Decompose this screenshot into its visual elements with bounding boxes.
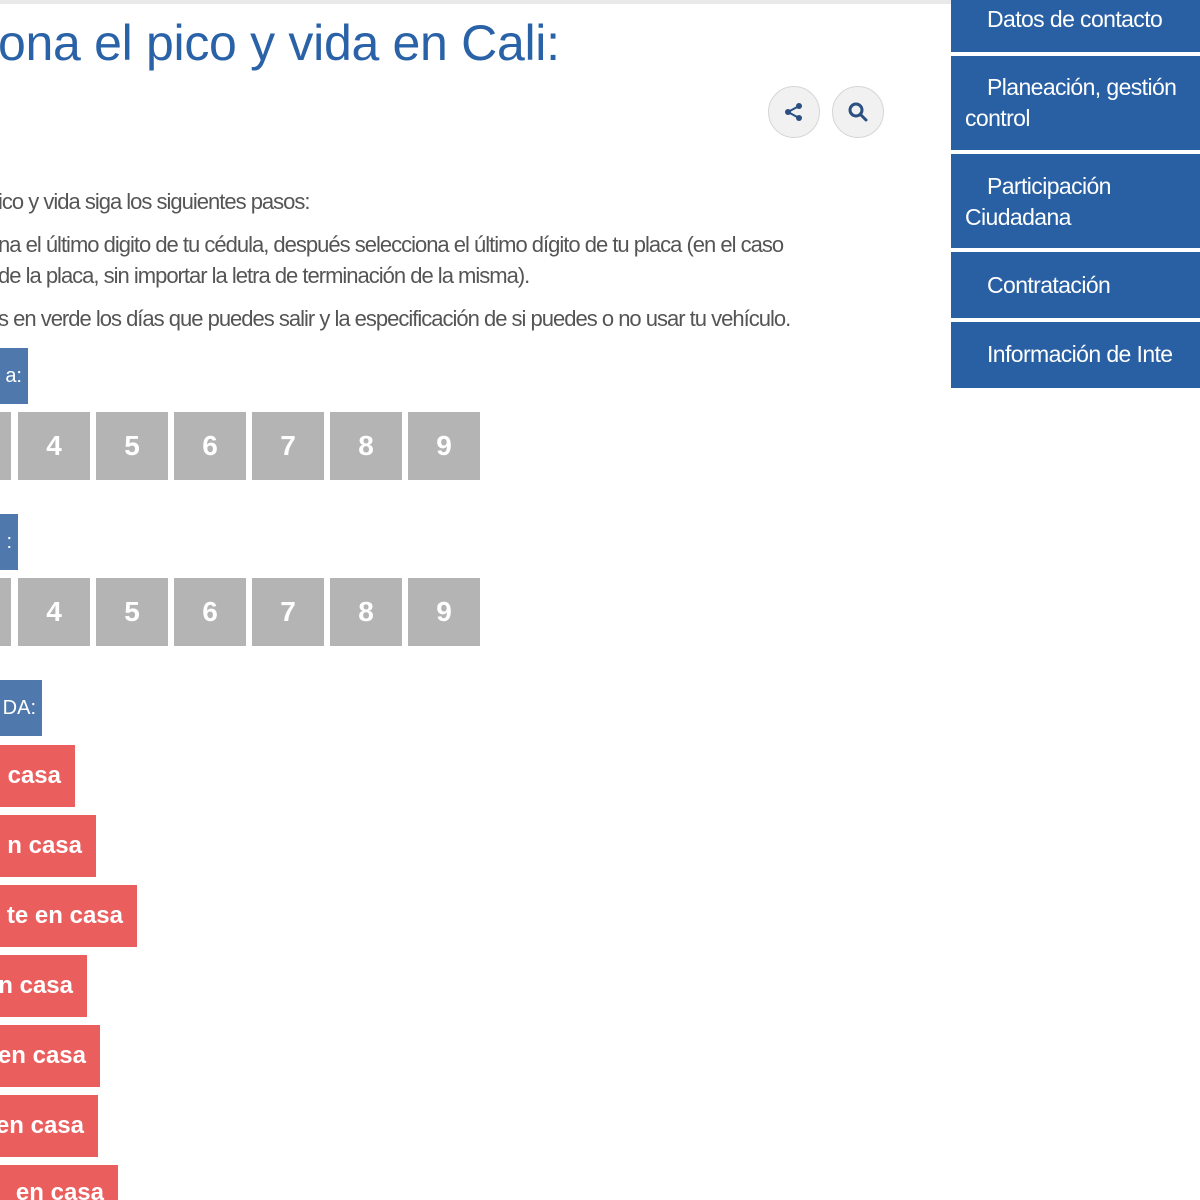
step-1-line-1: na el último digito de tu cédula, despué… (0, 232, 784, 257)
step-1-line-2: de la placa, sin importar la letra de te… (0, 263, 530, 288)
cedula-digit-button[interactable]: 7 (252, 412, 324, 480)
placa-digit-button[interactable] (0, 578, 11, 646)
result-day-badge: en casa (0, 1025, 100, 1087)
result-day-badge: en casa (0, 1165, 118, 1200)
sidebar-item-datos-de-contacto[interactable]: Datos de contacto (951, 0, 1200, 52)
cedula-label: a: (0, 348, 28, 404)
placa-digit-button[interactable]: 6 (174, 578, 246, 646)
placa-digit-button[interactable]: 8 (330, 578, 402, 646)
placa-digit-row: 4 5 6 7 8 9 (0, 578, 490, 646)
cedula-digit-button[interactable]: 4 (18, 412, 90, 480)
sidebar-item-participacion-ciudadana[interactable]: Participación Ciudadana (951, 154, 1200, 248)
cedula-digit-button[interactable]: 6 (174, 412, 246, 480)
cedula-digit-button[interactable]: 8 (330, 412, 402, 480)
sidebar-item-label-line-2: control (965, 105, 1030, 131)
page-title: ona el pico y vida en Cali: (0, 15, 560, 71)
result-day-badge: casa (0, 745, 75, 807)
result-day-badge: en casa (0, 1095, 98, 1157)
sidebar-item-label: Datos de contacto (987, 6, 1163, 32)
search-icon (848, 102, 868, 122)
placa-digit-button[interactable]: 7 (252, 578, 324, 646)
result-day-badge: n casa (0, 815, 96, 877)
instructions-step-2: s en verde los días que puedes salir y l… (0, 306, 791, 331)
cedula-digit-button[interactable]: 9 (408, 412, 480, 480)
sidebar-item-label: Participación (987, 173, 1111, 199)
result-day-badge: te en casa (0, 885, 137, 947)
cedula-digit-row: 4 5 6 7 8 9 (0, 412, 490, 480)
result-label: DA: (0, 680, 42, 736)
sidebar-item-label: Planeación, gestión (987, 74, 1177, 100)
result-day-badge: n casa (0, 955, 87, 1017)
placa-label: : (0, 514, 18, 570)
sidebar-item-contratacion[interactable]: Contratación (951, 252, 1200, 318)
instructions-step-1: na el último digito de tu cédula, despué… (0, 229, 784, 291)
search-button[interactable] (832, 86, 884, 138)
placa-digit-button[interactable]: 5 (96, 578, 168, 646)
sidebar-item-label-line-2: Ciudadana (965, 204, 1071, 230)
cedula-digit-button[interactable] (0, 412, 11, 480)
sidebar-item-label: Contratación (987, 272, 1111, 298)
cedula-digit-button[interactable]: 5 (96, 412, 168, 480)
sidebar-item-informacion[interactable]: Información de Inte (951, 322, 1200, 388)
instructions-intro: ico y vida siga los siguientes pasos: (0, 189, 311, 214)
share-icon (785, 103, 802, 121)
sidebar-item-label: Información de Inte (987, 341, 1173, 367)
sidebar-item-planeacion[interactable]: Planeación, gestión control (951, 56, 1200, 150)
share-button[interactable] (768, 86, 820, 138)
placa-digit-button[interactable]: 9 (408, 578, 480, 646)
placa-digit-button[interactable]: 4 (18, 578, 90, 646)
